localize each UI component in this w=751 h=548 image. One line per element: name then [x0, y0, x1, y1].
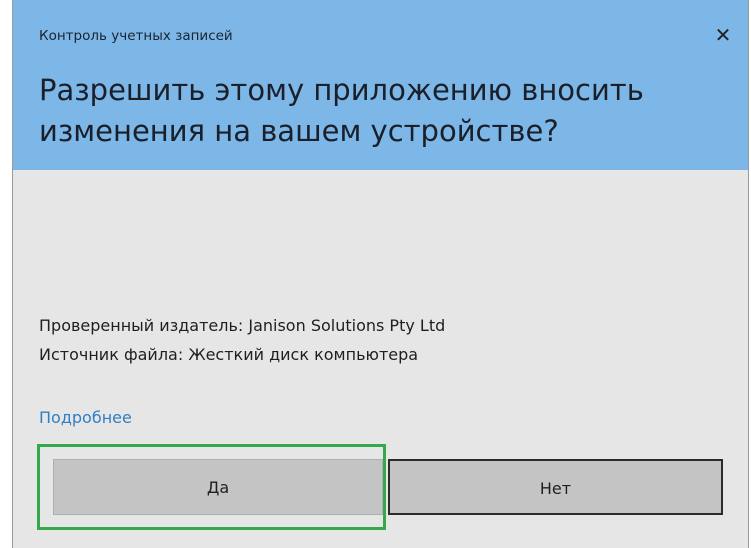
more-details-link[interactable]: Подробнее [39, 408, 132, 427]
close-icon[interactable]: ✕ [710, 22, 736, 48]
dialog-title: Контроль учетных записей [39, 28, 233, 44]
yes-button[interactable]: Да [53, 459, 383, 515]
dialog-header: Контроль учетных записей ✕ Разрешить это… [13, 0, 748, 170]
publisher-label: Проверенный издатель: Janison Solutions … [39, 316, 446, 335]
permission-question: Разрешить этому приложению вносить измен… [39, 73, 644, 149]
no-button[interactable]: Нет [388, 459, 723, 515]
file-source-label: Источник файла: Жесткий диск компьютера [39, 345, 419, 364]
uac-dialog: Контроль учетных записей ✕ Разрешить это… [12, 0, 749, 548]
screen: Контроль учетных записей ✕ Разрешить это… [0, 0, 751, 548]
